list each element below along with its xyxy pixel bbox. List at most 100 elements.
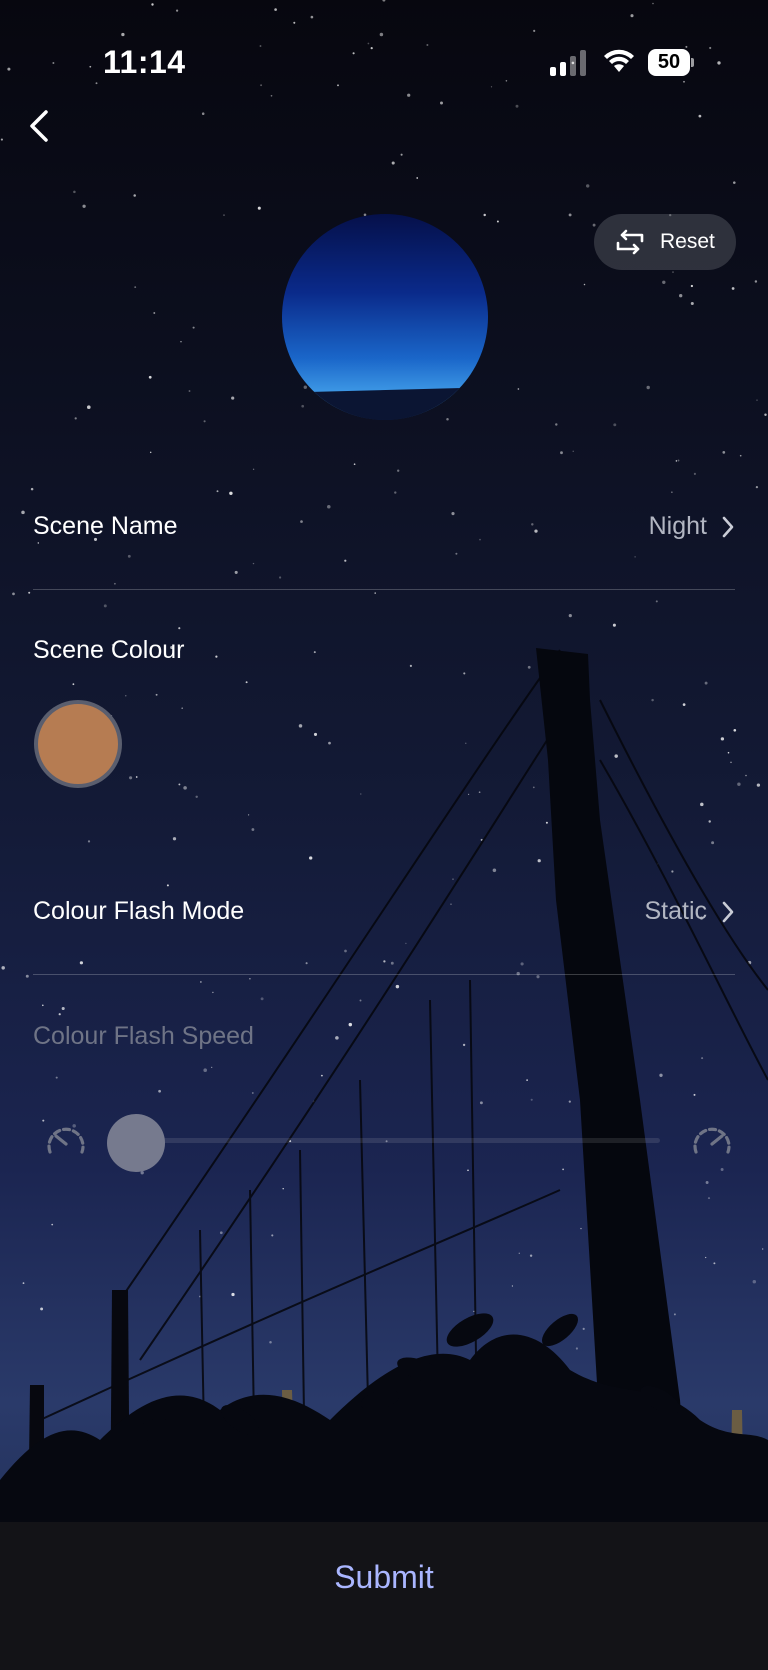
star [673,1313,676,1316]
chevron-right-icon [722,901,734,922]
star [22,1282,25,1284]
star [245,681,248,684]
star [727,751,730,754]
star [671,870,674,873]
star [211,1066,213,1069]
scene-name-value: Night [648,512,707,540]
star [55,1076,58,1079]
star [134,286,137,288]
star [166,884,169,887]
star [693,1093,696,1096]
colour-flash-mode-value-button[interactable]: Static [644,897,735,926]
star [400,153,403,156]
star [572,450,574,452]
flash-speed-slider-thumb[interactable] [107,1114,165,1172]
star [391,161,395,165]
star [298,724,303,728]
star [155,693,158,696]
star [492,868,497,873]
star [195,795,198,799]
star [537,859,541,863]
bottom-action-bar: Submit [0,1522,768,1670]
star [754,280,758,283]
star [313,732,318,736]
star [646,385,650,390]
star [707,1197,711,1200]
star [745,774,747,777]
star [359,999,362,1002]
speed-fast-icon [693,1127,731,1154]
star [693,472,696,475]
star [61,1006,65,1011]
battery-icon: 50 [648,49,694,76]
star [344,949,347,953]
star [682,703,686,706]
star [679,294,683,298]
star [711,841,715,845]
star [532,786,535,789]
star [188,390,191,392]
scene-colour-swatch[interactable] [34,700,122,788]
star [586,184,590,188]
star [730,761,732,764]
star [455,552,458,555]
star [496,220,499,223]
star [518,1252,520,1254]
star [705,1256,707,1259]
scene-preview-image [282,214,488,420]
star [129,776,133,780]
star [651,698,654,702]
flash-speed-slider-track[interactable] [118,1138,660,1143]
star [335,1036,339,1040]
star [257,206,261,210]
back-button[interactable] [22,104,62,148]
star [103,604,107,608]
star [416,177,419,179]
star [25,974,29,978]
star [73,190,76,194]
star [529,1254,533,1257]
star [192,326,195,329]
star [659,1073,663,1077]
star [452,878,454,880]
star [690,301,694,306]
star [183,786,187,790]
star [40,1307,44,1311]
star [405,942,407,945]
star [511,1285,513,1287]
star [223,214,225,216]
speed-slow-icon [47,1127,85,1154]
star [575,1347,578,1350]
signal-icon [550,50,586,76]
star [328,741,331,745]
star [580,1227,582,1230]
reset-icon [616,229,644,255]
star [231,396,235,400]
star [249,977,251,980]
star [149,451,152,454]
star [530,1098,533,1101]
star [526,1079,528,1081]
star [234,570,238,574]
star [229,491,233,496]
star [279,576,282,579]
scene-name-row[interactable]: Scene Name Night [33,512,735,548]
star [671,491,673,493]
star [360,793,362,795]
star [690,284,694,288]
star [172,837,177,841]
colour-flash-mode-row[interactable]: Colour Flash Mode Static [33,897,735,933]
star [733,728,737,732]
star [51,1223,54,1226]
scene-name-value-button[interactable]: Night [649,512,735,541]
star [582,1327,585,1330]
star [1,966,5,970]
star [756,783,761,787]
scene-colour-label: Scene Colour [33,636,185,664]
star [737,782,741,786]
star [764,413,767,417]
submit-button[interactable]: Submit [0,1522,768,1632]
reset-button[interactable]: Reset [594,214,736,270]
star [148,375,152,379]
battery-level: 50 [648,49,690,76]
